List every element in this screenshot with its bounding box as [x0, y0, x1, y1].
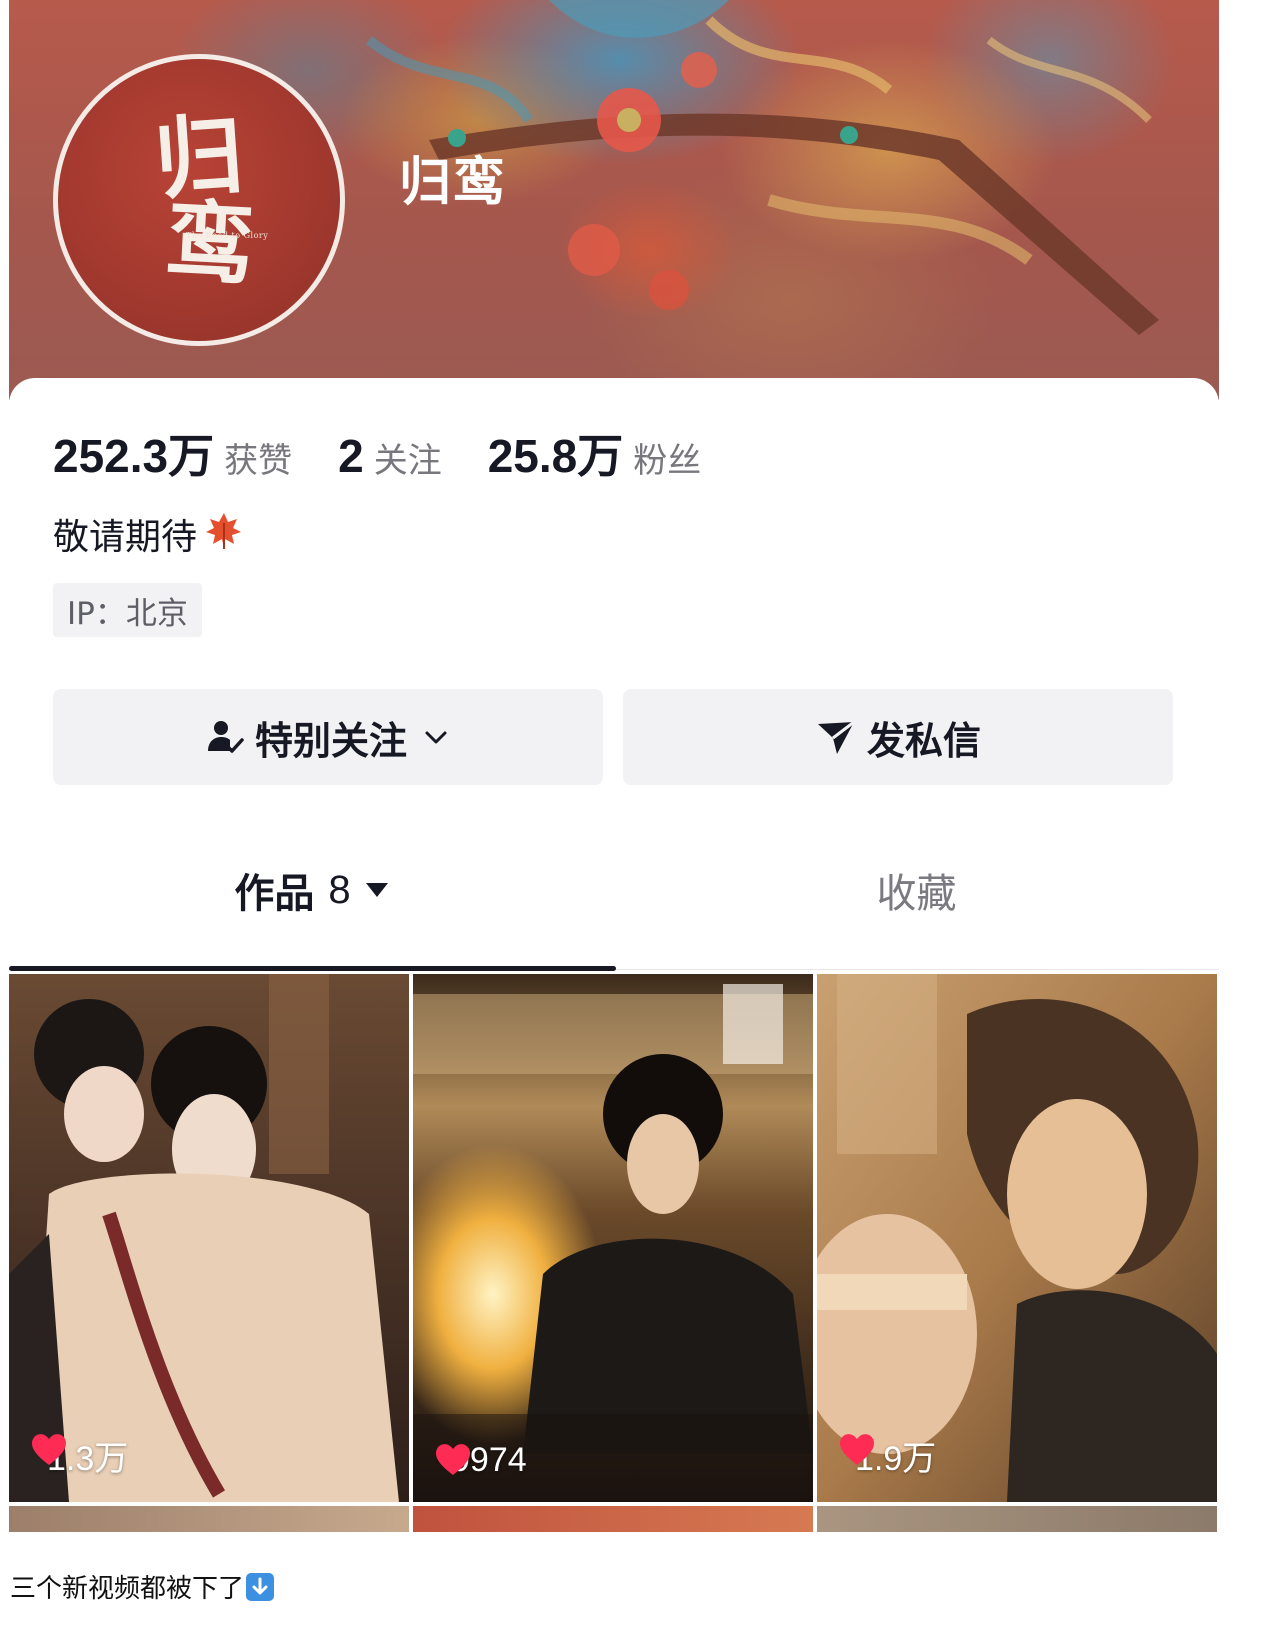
- special-follow-label: 特别关注: [254, 718, 407, 763]
- video-cover-image: [9, 974, 409, 1502]
- video-thumbnail-partial[interactable]: [9, 1506, 409, 1532]
- caret-down-icon[interactable]: [365, 880, 389, 900]
- video-thumbnail[interactable]: 1.3万: [9, 974, 409, 1502]
- maple-leaf-icon: [203, 509, 245, 560]
- video-likes: 1.3万: [29, 1431, 128, 1480]
- special-follow-button[interactable]: 特别关注: [53, 689, 603, 785]
- stat-likes-label: 获赞: [224, 441, 293, 481]
- stat-followers-value: 25.8万: [487, 430, 624, 482]
- video-thumbnail-partial[interactable]: [413, 1506, 813, 1532]
- chevron-down-icon: [421, 722, 451, 752]
- avatar-glyph-2: 鸾: [163, 188, 257, 298]
- stat-following-label: 关注: [373, 441, 442, 481]
- stat-following-value: 2: [338, 430, 364, 482]
- profile-tabs: 作品 8 收藏: [9, 840, 1219, 940]
- user-check-icon: [205, 717, 245, 757]
- post-caption: 三个新视频都被下了: [10, 1568, 275, 1605]
- stat-followers-label: 粉丝: [633, 441, 702, 481]
- tab-works[interactable]: 作品 8: [9, 840, 614, 940]
- stat-likes[interactable]: 252.3万 获赞: [53, 420, 292, 486]
- video-cover-image: [413, 974, 813, 1502]
- send-message-button[interactable]: 发私信: [623, 689, 1173, 785]
- bio-text: 敬请期待: [53, 517, 198, 558]
- stats-row: 252.3万 获赞 2 关注 25.8万 粉丝: [53, 420, 747, 486]
- avatar-subtitle: The Road to Glory: [186, 231, 269, 240]
- send-message-label: 发私信: [866, 718, 981, 763]
- video-thumbnail[interactable]: 9974: [413, 974, 813, 1502]
- profile-name: 归鸾: [399, 153, 508, 213]
- stat-followers[interactable]: 25.8万 粉丝: [488, 420, 702, 486]
- video-likes: 1.9万: [837, 1431, 936, 1480]
- ip-location-badge: IP：北京: [53, 583, 202, 637]
- down-arrow-icon: [246, 1572, 275, 1601]
- video-thumbnail[interactable]: 1.9万: [817, 974, 1217, 1502]
- avatar-glyph-1: 归: [151, 102, 247, 212]
- tab-favorites[interactable]: 收藏: [614, 840, 1219, 940]
- video-cover-image: [817, 974, 1217, 1502]
- bio: 敬请期待: [53, 508, 245, 560]
- tab-works-label: 作品: [234, 871, 315, 917]
- avatar[interactable]: 归 鸾 The Road to Glory: [53, 54, 345, 346]
- stat-likes-value: 252.3万: [53, 430, 215, 482]
- video-likes: 9974: [433, 1441, 527, 1480]
- profile-banner: 归 鸾 The Road to Glory 归鸾: [9, 0, 1219, 400]
- video-thumbnail-partial[interactable]: [817, 1506, 1217, 1532]
- paper-plane-icon: [815, 716, 857, 758]
- post-caption-text: 三个新视频都被下了: [10, 1574, 245, 1604]
- tab-works-count: 8: [328, 867, 351, 912]
- profile-page: 归 鸾 The Road to Glory 归鸾 252.3万 获赞 2 关注 …: [9, 0, 1219, 1532]
- tab-favorites-label: 收藏: [876, 871, 957, 917]
- stat-following[interactable]: 2 关注: [338, 429, 442, 483]
- tab-active-indicator: [9, 966, 616, 971]
